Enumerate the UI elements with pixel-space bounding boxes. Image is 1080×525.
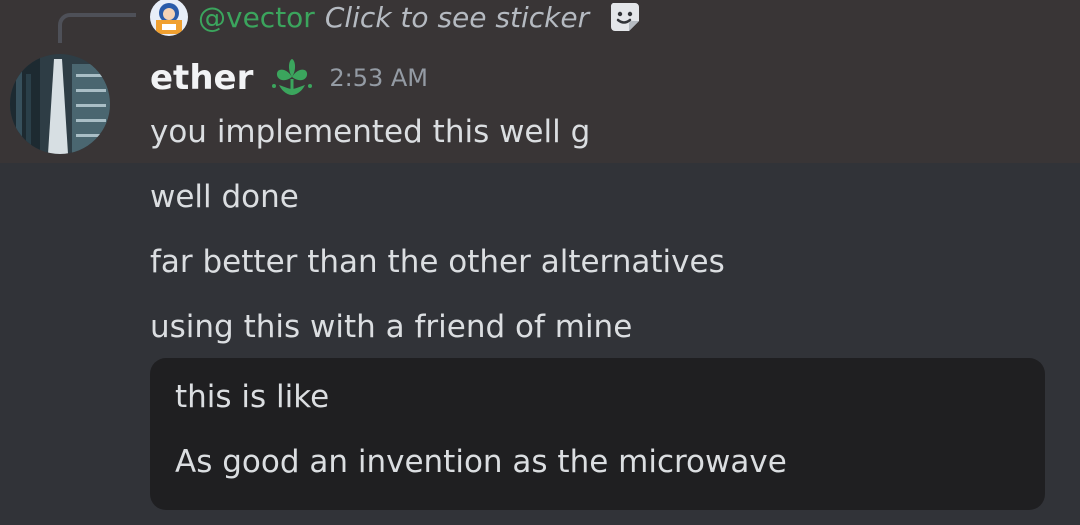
embed-line: this is like [175, 379, 330, 415]
message-embed: this is like As good an invention as the… [150, 358, 1045, 510]
avatar[interactable] [10, 54, 110, 154]
reply-avatar[interactable] [150, 0, 188, 36]
message-line: you implemented this well g [150, 114, 591, 150]
reply-spine [58, 13, 136, 43]
green-flower-role-icon[interactable] [253, 55, 315, 101]
embed-line: As good an invention as the microwave [175, 444, 787, 480]
message-line: using this with a friend of mine [150, 309, 633, 345]
timestamp[interactable]: 2:53 AM [329, 64, 428, 92]
message-header: ether 2:53 AM [150, 56, 428, 100]
reply-username[interactable]: @vector [198, 1, 315, 34]
reply-preview[interactable]: @vector Click to see sticker [150, 0, 645, 37]
username[interactable]: ether [150, 58, 253, 98]
reply-content[interactable]: Click to see sticker [325, 1, 589, 34]
message-line: well done [150, 179, 299, 215]
message-line: far better than the other alternatives [150, 244, 725, 280]
sticker-icon[interactable] [599, 0, 645, 37]
